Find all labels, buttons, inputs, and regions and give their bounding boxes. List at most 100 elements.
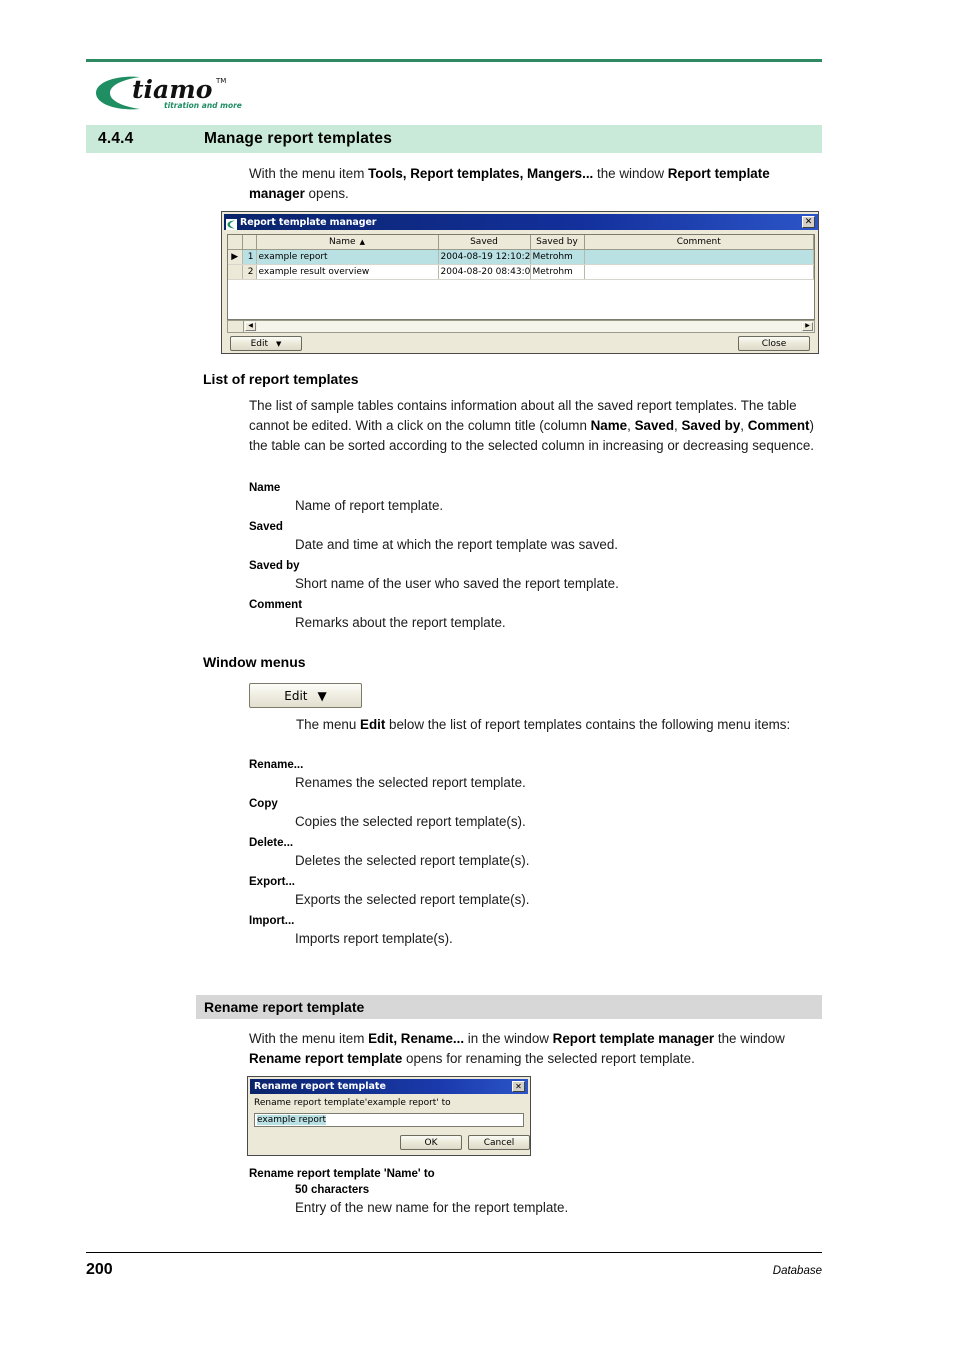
footer-chapter-label: Database — [772, 1265, 822, 1277]
intro-menu-path: Tools, Report templates, Mangers... — [368, 166, 594, 181]
menu-item-description: Deletes the selected report template(s). — [295, 853, 530, 868]
intro-prefix: With the menu item — [249, 166, 369, 181]
col-saved-ref: Saved — [634, 418, 675, 433]
menu-item-term: Copy — [249, 798, 278, 810]
cell-saved-by: Metrohm — [530, 264, 585, 280]
section-title: Manage report templates — [204, 130, 393, 147]
definition-text: Remarks about the report template. — [295, 615, 506, 630]
row-number: 1 — [242, 249, 257, 265]
col-name-ref: Name — [590, 418, 628, 433]
row-marker-icon: ▶ — [228, 249, 243, 265]
table-row[interactable]: ▶ 1 example report 2004-08-19 12:10:2...… — [228, 249, 814, 265]
col-savedby-ref: Saved by — [681, 418, 741, 433]
horizontal-scrollbar[interactable]: ◀ ▶ — [227, 320, 815, 333]
edit-button-label: Edit — [250, 338, 269, 349]
table-row[interactable]: 2 example result overview 2004-08-20 08:… — [228, 264, 814, 280]
cell-comment — [584, 264, 814, 280]
svg-text:TM: TM — [215, 77, 226, 85]
column-header-rownum — [242, 235, 257, 250]
edit-menu-button-illustration[interactable]: Edit ▼ — [249, 683, 362, 708]
cell-comment — [584, 249, 814, 265]
ok-button[interactable]: OK — [400, 1135, 462, 1150]
cell-saved: 2004-08-20 08:43:0... — [438, 264, 531, 280]
svg-text:tiamo: tiamo — [132, 75, 212, 104]
column-definitions-list: Name Name of report template. Saved Date… — [249, 481, 822, 637]
dialog-titlebar: Report template manager ✕ — [224, 214, 818, 230]
rename-dialog-titlebar: Rename report template ✕ — [250, 1079, 528, 1094]
report-templates-grid[interactable]: Name ▲ Saved Saved by Comment ▶ 1 example… — [227, 234, 815, 320]
cell-name: example report — [256, 249, 439, 265]
rename-desc-part1: With the menu item — [249, 1031, 369, 1046]
document-page: tiamo TM titration and more 4.4.4 Manage… — [0, 0, 954, 1351]
list-description-paragraph: The list of sample tables contains infor… — [249, 396, 822, 456]
footer-rule — [86, 1252, 822, 1253]
menu-item-term: Delete... — [249, 837, 294, 849]
column-header-saved[interactable]: Saved — [438, 235, 531, 250]
chevron-down-icon: ▼ — [276, 339, 282, 348]
chevron-down-icon: ▼ — [317, 688, 327, 703]
templates-table: Name ▲ Saved Saved by Comment ▶ 1 example… — [228, 235, 814, 280]
cell-saved-by: Metrohm — [530, 249, 585, 265]
row-marker-icon — [228, 264, 243, 280]
heading-window-menus: Window menus — [203, 654, 306, 670]
close-icon[interactable]: ✕ — [512, 1081, 525, 1092]
edit-menu-ref: Edit — [360, 717, 386, 732]
rename-dialog-label: Rename report template'example report' t… — [254, 1098, 451, 1108]
heading-list-of-report-templates: List of report templates — [203, 371, 359, 387]
report-template-manager-dialog: Report template manager ✕ Name ▲ Saved Sa… — [221, 211, 819, 354]
page-number: 200 — [86, 1261, 113, 1278]
definition-term: Saved — [249, 521, 283, 533]
edit-menu-items-list: Rename... Renames the selected report te… — [249, 758, 822, 953]
section-number: 4.4.4 — [98, 130, 134, 147]
field-doc-term: Rename report template 'Name' to — [249, 1168, 435, 1180]
intro-paragraph: With the menu item Tools, Report templat… — [249, 164, 824, 204]
definition-text: Name of report template. — [295, 498, 444, 513]
definition-text: Date and time at which the report templa… — [295, 537, 619, 552]
menu-item-description: Exports the selected report template(s). — [295, 892, 530, 907]
rename-section-heading: Rename report template — [204, 999, 365, 1015]
window-menus-paragraph: The menu Edit below the list of report t… — [296, 715, 822, 735]
close-button[interactable]: Close — [738, 336, 810, 351]
rename-window-ref: Rename report template — [249, 1051, 403, 1066]
menu-item-term: Rename... — [249, 759, 304, 771]
menu-item-description: Copies the selected report template(s). — [295, 814, 526, 829]
field-doc-description: Entry of the new name for the report tem… — [295, 1200, 569, 1215]
edit-menu-button[interactable]: Edit ▼ — [230, 336, 302, 351]
row-number: 2 — [242, 264, 257, 280]
intro-suffix: opens. — [304, 186, 349, 201]
scrollbar-corner — [228, 321, 244, 332]
close-icon[interactable]: ✕ — [802, 216, 815, 228]
rename-section-bar: Rename report template — [196, 995, 822, 1019]
rename-dialog-title: Rename report template — [254, 1081, 386, 1092]
definition-text: Short name of the user who saved the rep… — [295, 576, 619, 591]
intro-mid: the window — [593, 166, 668, 181]
definition-term: Comment — [249, 599, 303, 611]
dialog-footer: Edit ▼ Close — [222, 334, 818, 353]
rename-input-field[interactable]: example report — [254, 1113, 524, 1127]
cell-name: example result overview — [256, 264, 439, 280]
tiamo-app-icon — [226, 217, 237, 230]
scroll-left-icon[interactable]: ◀ — [245, 322, 256, 331]
column-header-name[interactable]: Name ▲ — [256, 235, 439, 250]
list-desc-sep3: , — [740, 418, 748, 433]
sort-ascending-icon: ▲ — [359, 238, 365, 246]
cell-saved: 2004-08-19 12:10:2... — [438, 249, 531, 265]
rename-input-value: example report — [257, 1115, 327, 1125]
svg-text:titration and more: titration and more — [164, 101, 242, 110]
scrollbar-track[interactable] — [257, 321, 801, 332]
list-desc-sep1: , — [627, 418, 635, 433]
scroll-right-icon[interactable]: ▶ — [802, 322, 813, 331]
col-comment-ref: Comment — [747, 418, 810, 433]
edit-rename-ref: Edit, Rename... — [368, 1031, 465, 1046]
definition-term: Name — [249, 482, 281, 494]
column-header-comment[interactable]: Comment — [584, 235, 814, 250]
table-header-row: Name ▲ Saved Saved by Comment — [228, 235, 814, 250]
definition-term: Saved by — [249, 560, 300, 572]
header-label-name: Name — [329, 237, 356, 247]
column-header-saved-by[interactable]: Saved by — [530, 235, 585, 250]
menu-item-description: Renames the selected report template. — [295, 775, 526, 790]
cancel-button[interactable]: Cancel — [468, 1135, 530, 1150]
rename-desc-part4: opens for renaming the selected report t… — [402, 1051, 695, 1066]
rename-section-paragraph: With the menu item Edit, Rename... in th… — [249, 1029, 822, 1069]
section-heading-bar: 4.4.4 Manage report templates — [86, 125, 822, 153]
